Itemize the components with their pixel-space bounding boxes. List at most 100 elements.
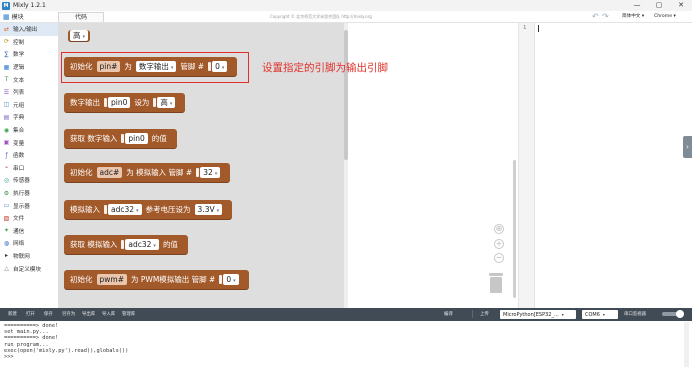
- init-pwm-pin-select[interactable]: 0 ▾: [223, 274, 239, 285]
- value-socket: [153, 98, 157, 107]
- digital-output-var[interactable]: pin0: [108, 97, 131, 108]
- logic-icon: ▦: [3, 63, 10, 71]
- init-adc-label: 初始化: [70, 168, 93, 177]
- header-row: ▦ 模块 代码 Copyright © 北京师范大学米思齐团队 http://m…: [0, 11, 692, 23]
- highlight-box: [61, 52, 249, 83]
- close-button[interactable]: ✕: [670, 0, 692, 11]
- block-init-pwm[interactable]: 初始化 pwm# 为 PWM模拟输出 管脚 # 0 ▾: [64, 270, 249, 289]
- init-adc-var[interactable]: adc#: [96, 167, 123, 178]
- sidebar-item-label: 文本: [13, 77, 25, 84]
- file-icon: ▧: [3, 214, 10, 222]
- sidebar-item-label: 输入/输出: [13, 27, 38, 34]
- control-icon: ⟳: [3, 38, 10, 46]
- upload-button[interactable]: 上传: [480, 311, 489, 317]
- tab-code[interactable]: 代码: [58, 12, 104, 22]
- sidebar-item[interactable]: ◍ 网络: [0, 237, 58, 250]
- actuator-icon: ⚙: [3, 189, 10, 197]
- minimize-button[interactable]: —: [626, 0, 648, 11]
- digital-output-value-select[interactable]: 高 ▾: [157, 97, 176, 108]
- sidebar-item[interactable]: ⌁ 串口: [0, 162, 58, 175]
- undo-icon[interactable]: ↶: [592, 12, 599, 21]
- sidebar-item[interactable]: ▭ 显示器: [0, 199, 58, 212]
- trash-lid: [489, 273, 503, 276]
- high-value-field[interactable]: 高 ▾: [70, 30, 89, 41]
- compile-button[interactable]: 编译: [444, 311, 453, 317]
- zoom-in-icon[interactable]: +: [494, 239, 504, 249]
- canvas-scrollbar-thumb[interactable]: [513, 160, 516, 298]
- sidebar-item-label: 执行器: [13, 191, 30, 198]
- init-adc-pin-select[interactable]: 32 ▾: [200, 167, 221, 178]
- sidebar-item[interactable]: △ 自定义模块: [0, 262, 58, 275]
- sidebar-item-label: 物联网: [13, 253, 30, 260]
- init-pwm-var[interactable]: pwm#: [96, 274, 127, 285]
- trash-can: [490, 277, 502, 293]
- window-title: Mixly 1.2.1: [13, 2, 46, 9]
- port-select[interactable]: COM6 ▾: [582, 310, 618, 319]
- toolbar-button[interactable]: 导入库: [102, 311, 115, 317]
- sidebar-item[interactable]: ▦ 逻辑: [0, 61, 58, 74]
- init-pwm-mode-label: 为 PWM模拟输出 管脚 #: [131, 275, 216, 284]
- serial-monitor-button[interactable]: 串口监视器: [624, 311, 646, 317]
- pin-socket: [104, 98, 107, 107]
- sidebar-item[interactable]: ◫ 元组: [0, 99, 58, 112]
- sidebar-item[interactable]: ☰ 列表: [0, 86, 58, 99]
- app-window: M Mixly 1.2.1 — ▢ ✕ ▦ 模块 代码 Copyright © …: [0, 0, 692, 368]
- sidebar-item[interactable]: ▸ 物联网: [0, 250, 58, 263]
- block-analog-input-get[interactable]: 获取 模拟输入 adc32 ▾ 的值: [64, 235, 188, 254]
- sidebar-item[interactable]: ▧ 文件: [0, 212, 58, 225]
- custom-module-icon: △: [4, 265, 9, 273]
- zoom-reset-icon[interactable]: ⊕: [494, 224, 504, 234]
- toolbar-button[interactable]: 新建: [8, 311, 17, 317]
- toolbar-button[interactable]: 管理库: [122, 311, 135, 317]
- display-icon: ▭: [3, 202, 10, 210]
- sidebar-item-label: 自定义模块: [13, 266, 41, 273]
- sidebar-item-label: 文件: [13, 216, 25, 223]
- code-editor[interactable]: 1 ›: [519, 23, 692, 308]
- toolbar-button[interactable]: 另存为: [62, 311, 75, 317]
- redo-icon[interactable]: ↷: [602, 12, 609, 21]
- sidebar-item[interactable]: ◎ 传感器: [0, 174, 58, 187]
- console-output[interactable]: ==========> done! set main.py... =========…: [0, 321, 692, 368]
- language-select[interactable]: 简体中文 ▾: [620, 13, 646, 21]
- toolbar-button[interactable]: 导出库: [82, 311, 95, 317]
- pin-socket: [219, 275, 223, 284]
- toolbar-button[interactable]: 保存: [44, 311, 53, 317]
- sidebar-item-label: 串口: [13, 165, 25, 172]
- set-icon: ◉: [3, 126, 10, 134]
- analog-input-get-var[interactable]: adc32 ▾: [125, 239, 159, 250]
- toolbar-button[interactable]: 打开: [26, 311, 35, 317]
- sidebar-item[interactable]: ◉ 集合: [0, 124, 58, 137]
- maximize-button[interactable]: ▢: [648, 0, 670, 11]
- trash-icon[interactable]: [489, 273, 503, 293]
- zoom-out-icon[interactable]: −: [494, 253, 504, 263]
- sidebar-item[interactable]: ∑ 数学: [0, 48, 58, 61]
- block-init-adc[interactable]: 初始化 adc# 为 模拟输入 管脚 # 32 ▾: [64, 163, 231, 182]
- collapse-arrow-icon[interactable]: ›: [683, 136, 692, 158]
- sidebar-item[interactable]: ✦ 通信: [0, 225, 58, 238]
- vref-select[interactable]: 3.3V ▾: [194, 204, 223, 215]
- sidebar-item[interactable]: T 文本: [0, 73, 58, 86]
- sidebar-item[interactable]: ▤ 字典: [0, 111, 58, 124]
- console-toggle[interactable]: [662, 310, 684, 318]
- sidebar-item[interactable]: ƒ 函数: [0, 149, 58, 162]
- sidebar-item-label: 传感器: [13, 178, 30, 185]
- analog-input-get-label: 获取 模拟输入: [70, 240, 118, 249]
- sidebar-item[interactable]: ⟳ 控制: [0, 36, 58, 49]
- bottom-toolbar: 编译 上传 MicroPython[ESP32_... ▾ COM6 ▾ 串口监视器…: [0, 308, 692, 321]
- sidebar-item-label: 字典: [13, 115, 25, 122]
- digital-input-var[interactable]: pin0: [125, 133, 148, 144]
- console-scrollbar[interactable]: [684, 322, 689, 367]
- sidebar-item[interactable]: ⚙ 执行器: [0, 187, 58, 200]
- sidebar-item-label: 通信: [13, 228, 25, 235]
- sidebar-item[interactable]: ▣ 变量: [0, 136, 58, 149]
- vref-label: 参考电压设为: [145, 205, 191, 214]
- block-digital-input[interactable]: 获取 数字输入 pin0 的值: [64, 129, 177, 148]
- browser-select[interactable]: Chrome ▾: [652, 13, 678, 21]
- block-high-value[interactable]: 高 ▾: [68, 30, 91, 41]
- sidebar-item[interactable]: ⇄ 输入/输出: [0, 23, 58, 36]
- analog-input-label: 模拟输入: [70, 205, 100, 214]
- block-analog-input-vref[interactable]: 模拟输入 adc32 ▾ 参考电压设为 3.3V ▾: [64, 200, 233, 219]
- block-digital-output[interactable]: 数字输出 pin0 设为 高 ▾: [64, 93, 186, 112]
- board-select[interactable]: MicroPython[ESP32_... ▾: [500, 310, 576, 319]
- analog-input-var[interactable]: adc32 ▾: [108, 204, 142, 215]
